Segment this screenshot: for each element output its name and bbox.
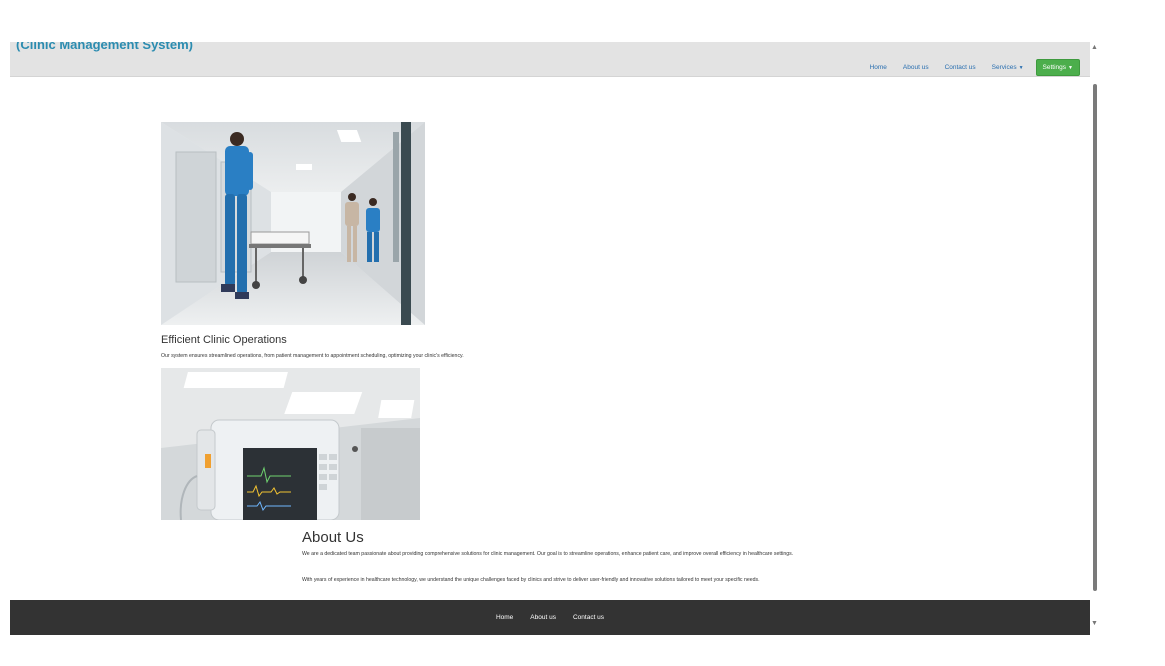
scroll-up-arrow-icon[interactable]: ▲ xyxy=(1091,44,1098,51)
footer-home-link[interactable]: Home xyxy=(496,614,513,621)
nav-services-dropdown[interactable]: Services ▼ xyxy=(984,64,1032,71)
hospital-corridor-image xyxy=(161,122,425,325)
settings-label: Settings xyxy=(1042,63,1067,71)
about-paragraph-2: With years of experience in healthcare t… xyxy=(302,577,760,583)
scroll-down-arrow-icon[interactable]: ▼ xyxy=(1091,620,1098,627)
top-navbar: (Clinic Management System) Home About us… xyxy=(10,42,1090,77)
services-label: Services xyxy=(991,63,1017,71)
medical-monitor-image xyxy=(161,368,420,520)
caret-down-icon: ▼ xyxy=(1018,64,1024,71)
footer-contact-link[interactable]: Contact us xyxy=(573,614,604,621)
browser-viewport: (Clinic Management System) Home About us… xyxy=(10,42,1090,636)
page-footer: Home About us Contact us xyxy=(10,600,1090,635)
feature-title: Efficient Clinic Operations xyxy=(161,334,287,346)
nav-links: Home About us Contact us Services ▼ Setti… xyxy=(862,57,1080,77)
nav-about-link[interactable]: About us xyxy=(895,64,937,71)
scrollbar-thumb[interactable] xyxy=(1093,84,1097,591)
caret-down-icon: ▼ xyxy=(1068,64,1073,71)
about-paragraph-1: We are a dedicated team passionate about… xyxy=(302,551,794,557)
vertical-scrollbar[interactable]: ▲ ▼ xyxy=(1090,42,1099,636)
nav-contact-link[interactable]: Contact us xyxy=(937,64,984,71)
site-brand[interactable]: (Clinic Management System) xyxy=(16,42,193,52)
footer-about-link[interactable]: About us xyxy=(530,614,556,621)
nav-home-link[interactable]: Home xyxy=(862,64,895,71)
about-title: About Us xyxy=(302,529,364,546)
feature-text: Our system ensures streamlined operation… xyxy=(161,353,464,359)
footer-links: Home About us Contact us xyxy=(10,614,1090,621)
settings-dropdown-button[interactable]: Settings ▼ xyxy=(1035,58,1080,76)
